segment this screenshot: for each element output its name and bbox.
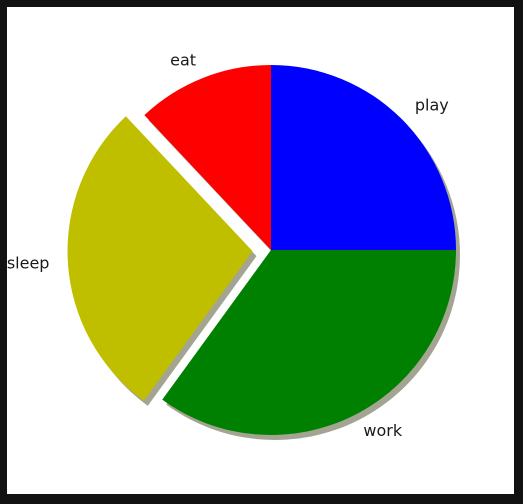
slice-label-eat: eat bbox=[170, 50, 196, 69]
pie-chart: play work sleep eat bbox=[7, 50, 460, 440]
pie-slices bbox=[67, 65, 456, 436]
slice-label-work: work bbox=[363, 421, 402, 440]
slice-label-play: play bbox=[415, 96, 449, 115]
figure-canvas: play work sleep eat bbox=[7, 7, 514, 494]
slice-label-sleep: sleep bbox=[7, 253, 49, 272]
pie-slice-play bbox=[271, 65, 456, 250]
